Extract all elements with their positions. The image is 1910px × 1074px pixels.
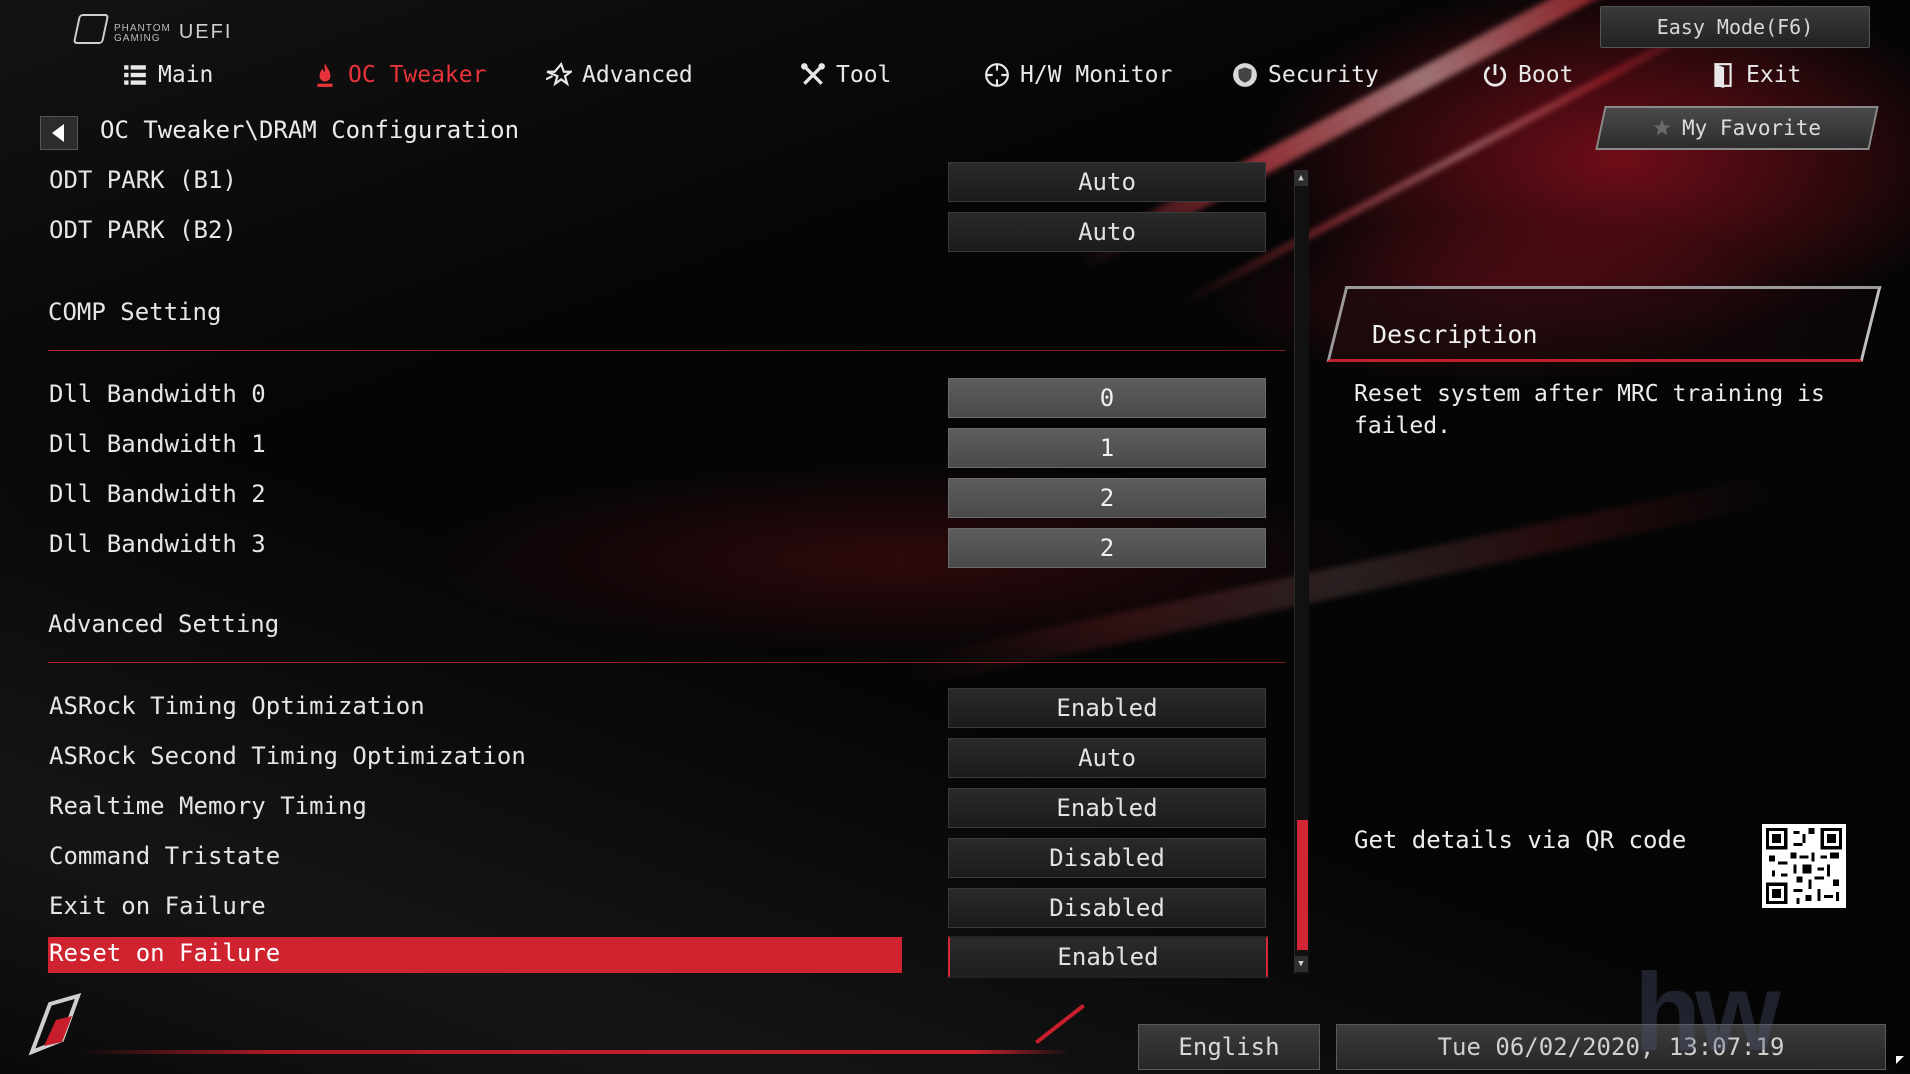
setting-dll-bandwidth-3-label[interactable]: Dll Bandwidth 3 xyxy=(49,530,266,558)
footer-accent-line xyxy=(80,1050,1070,1054)
setting-odt-park-b2-value[interactable]: Auto xyxy=(948,212,1266,252)
setting-dll-bandwidth-3-value[interactable]: 2 xyxy=(948,528,1266,568)
my-favorite-button[interactable]: My Favorite xyxy=(1595,106,1879,150)
tab-tool-label: Tool xyxy=(836,62,892,88)
tab-security-label: Security xyxy=(1268,62,1379,88)
qr-label: Get details via QR code xyxy=(1354,826,1687,854)
setting-asrock-timing-optimization-label[interactable]: ASRock Timing Optimization xyxy=(49,692,425,720)
language-label: English xyxy=(1178,1033,1280,1061)
setting-command-tristate-label[interactable]: Command Tristate xyxy=(49,842,280,870)
my-favorite-label: My Favorite xyxy=(1682,116,1822,140)
breadcrumb: OC Tweaker\DRAM Configuration xyxy=(100,116,520,144)
section-divider xyxy=(48,350,1286,351)
power-icon xyxy=(1483,64,1507,87)
setting-realtime-memory-timing-label[interactable]: Realtime Memory Timing xyxy=(49,792,367,820)
back-button[interactable] xyxy=(40,116,78,150)
section-advanced-setting: Advanced Setting xyxy=(48,610,280,638)
setting-reset-on-failure-value[interactable]: Enabled xyxy=(948,936,1268,978)
setting-odt-park-b1-label[interactable]: ODT PARK (B1) xyxy=(49,166,237,194)
setting-odt-park-b2-label[interactable]: ODT PARK (B2) xyxy=(49,216,237,244)
tab-advanced[interactable]: Advanced xyxy=(546,52,693,98)
setting-dll-bandwidth-1-value[interactable]: 1 xyxy=(948,428,1266,468)
section-divider xyxy=(48,662,1286,663)
setting-asrock-second-timing-optimization-label[interactable]: ASRock Second Timing Optimization xyxy=(49,742,526,770)
tab-hw-monitor[interactable]: H/W Monitor xyxy=(984,52,1172,98)
brand-text: PHANTOM GAMING xyxy=(114,24,171,44)
tab-hw-monitor-label: H/W Monitor xyxy=(1020,62,1173,88)
setting-dll-bandwidth-1-label[interactable]: Dll Bandwidth 1 xyxy=(49,430,266,458)
tab-oc-tweaker[interactable]: OC Tweaker xyxy=(312,52,486,98)
watermark-logo: hw xyxy=(1634,951,1781,1074)
tab-tool[interactable]: Tool xyxy=(800,52,891,98)
setting-realtime-memory-timing-value[interactable]: Enabled xyxy=(948,788,1266,828)
section-comp-setting: COMP Setting xyxy=(48,298,222,326)
tab-security[interactable]: Security xyxy=(1232,52,1379,98)
scroll-down-arrow-icon[interactable]: ▼ xyxy=(1294,956,1308,972)
description-text: Reset system after MRC training is faile… xyxy=(1354,381,1825,439)
setting-dll-bandwidth-2-label[interactable]: Dll Bandwidth 2 xyxy=(49,480,266,508)
setting-command-tristate-value[interactable]: Disabled xyxy=(948,838,1266,878)
setting-dll-bandwidth-0-value[interactable]: 0 xyxy=(948,378,1266,418)
back-arrow-icon xyxy=(52,124,64,142)
phantom-gaming-corner-logo-icon xyxy=(28,993,82,1056)
crosshair-icon xyxy=(985,63,1009,87)
setting-exit-on-failure-value[interactable]: Disabled xyxy=(948,888,1266,928)
scroll-up-arrow-icon[interactable]: ▲ xyxy=(1294,170,1308,186)
mouse-cursor-icon xyxy=(1896,1056,1904,1064)
brand-product: UEFI xyxy=(178,21,233,43)
setting-reset-on-failure-row-selected[interactable]: Reset on Failure xyxy=(48,937,902,973)
brand-logo: PHANTOM GAMING UEFI xyxy=(72,14,233,44)
main-nav: Main OC Tweaker Advanced Tool H/W Monito… xyxy=(0,52,1910,98)
tab-boot[interactable]: Boot xyxy=(1482,52,1573,98)
flame-icon xyxy=(317,63,333,87)
tab-exit[interactable]: Exit xyxy=(1710,52,1801,98)
description-title: Description xyxy=(1372,320,1538,349)
tab-main-label: Main xyxy=(158,62,214,88)
setting-dll-bandwidth-0-label[interactable]: Dll Bandwidth 0 xyxy=(49,380,266,408)
exit-door-icon xyxy=(1714,63,1732,88)
scrollbar-thumb[interactable] xyxy=(1297,820,1308,950)
tab-advanced-label: Advanced xyxy=(582,62,693,88)
phantom-gaming-logo-icon xyxy=(72,14,110,44)
language-button[interactable]: English xyxy=(1138,1024,1320,1070)
setting-asrock-timing-optimization-value[interactable]: Enabled xyxy=(948,688,1266,728)
star-icon xyxy=(546,62,572,87)
tools-icon xyxy=(801,63,825,85)
setting-dll-bandwidth-2-value[interactable]: 2 xyxy=(948,478,1266,518)
tab-exit-label: Exit xyxy=(1746,62,1802,88)
qr-code-icon xyxy=(1762,824,1846,908)
tab-boot-label: Boot xyxy=(1518,62,1574,88)
star-icon xyxy=(1654,119,1671,136)
setting-asrock-second-timing-optimization-value[interactable]: Auto xyxy=(948,738,1266,778)
shield-icon xyxy=(1233,63,1257,87)
easy-mode-label: Easy Mode(F6) xyxy=(1656,15,1814,39)
tab-oc-tweaker-label: OC Tweaker xyxy=(348,62,487,88)
datetime-display: Tue 06/02/2020, 13:07:19 xyxy=(1336,1024,1886,1070)
list-icon xyxy=(124,65,146,85)
tab-main[interactable]: Main xyxy=(122,52,213,98)
easy-mode-button[interactable]: Easy Mode(F6) xyxy=(1600,6,1870,48)
brand-line2: GAMING xyxy=(114,33,161,44)
footer-accent-line xyxy=(1035,1003,1085,1045)
setting-reset-on-failure-label: Reset on Failure xyxy=(49,939,281,967)
setting-exit-on-failure-label[interactable]: Exit on Failure xyxy=(49,892,266,920)
setting-odt-park-b1-value[interactable]: Auto xyxy=(948,162,1266,202)
